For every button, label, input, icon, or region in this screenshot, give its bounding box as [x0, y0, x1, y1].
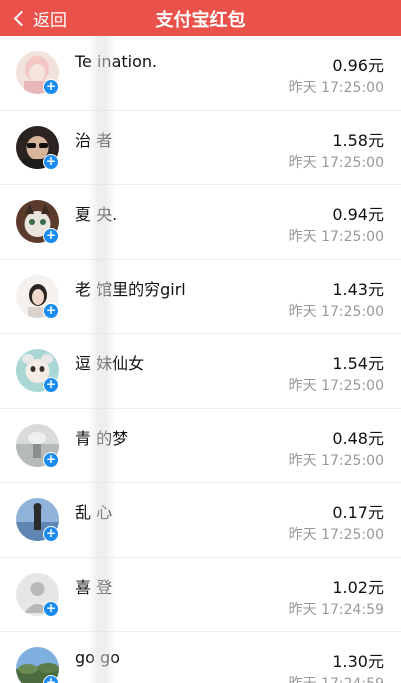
page-title: 支付宝红包: [155, 10, 246, 31]
add-icon[interactable]: +: [43, 451, 59, 468]
sender-name: 喜 登: [75, 577, 113, 597]
sender-name: 夏 央.: [75, 205, 118, 224]
sender-name: 乱 心: [75, 503, 113, 522]
amount: 0.48元: [332, 428, 384, 448]
timestamp: 昨天 17:25:00: [288, 378, 384, 394]
top-bar: 返回 支付宝红包: [0, 0, 401, 36]
add-icon[interactable]: +: [43, 600, 59, 617]
timestamp: 昨天 17:25:00: [288, 527, 384, 543]
timestamp: 昨天 17:25:00: [288, 303, 384, 320]
timestamp: 昨天 17:25:00: [288, 229, 384, 245]
amount: 1.58元: [332, 130, 384, 150]
sender-name: 老 馆里的穷girl: [75, 279, 186, 299]
amount: 0.96元: [332, 56, 384, 75]
timestamp: 昨天 17:25:00: [288, 80, 384, 96]
sender-name: 逗 妹仙女: [75, 354, 145, 373]
amount: 1.43元: [332, 279, 384, 299]
amount: 1.02元: [332, 577, 384, 597]
add-icon[interactable]: +: [43, 526, 59, 542]
list-item[interactable]: + 逗 妹仙女 1.54元 昨天 17:25:00: [0, 334, 401, 409]
list-item[interactable]: + go go 1.30元 昨天 17:24:59: [0, 632, 401, 683]
list-item[interactable]: + Te ination. 0.96元 昨天 17:25:00: [0, 36, 401, 111]
timestamp: 昨天 17:25:00: [288, 154, 384, 171]
list-item[interactable]: + 治 者 1.58元 昨天 17:25:00: [0, 111, 401, 185]
timestamp: 昨天 17:24:59: [288, 601, 384, 618]
add-icon[interactable]: +: [43, 377, 59, 393]
list-item[interactable]: + 青 的梦 0.48元 昨天 17:25:00: [0, 409, 401, 483]
sender-name: go go: [75, 648, 120, 667]
add-icon[interactable]: +: [43, 302, 59, 319]
amount: 1.54元: [332, 354, 384, 373]
list-item[interactable]: + 夏 央. 0.94元 昨天 17:25:00: [0, 185, 401, 260]
amount: 0.94元: [332, 205, 384, 224]
sender-name: Te ination.: [75, 52, 158, 71]
timestamp: 昨天 17:25:00: [288, 452, 384, 469]
amount: 1.30元: [332, 652, 384, 671]
sender-name: 青 的梦: [75, 428, 129, 448]
red-packet-list: + Te ination. 0.96元 昨天 17:25:00 + 治 者 1.…: [0, 36, 401, 683]
list-item[interactable]: + 老 馆里的穷girl 1.43元 昨天 17:25:00: [0, 260, 401, 334]
add-icon[interactable]: +: [43, 79, 59, 95]
list-item[interactable]: + 乱 心 0.17元 昨天 17:25:00: [0, 483, 401, 558]
list-item[interactable]: + 喜 登 1.02元 昨天 17:24:59: [0, 558, 401, 632]
add-icon[interactable]: +: [43, 153, 59, 170]
timestamp: 昨天 17:24:59: [289, 673, 384, 683]
sender-name: 治 者: [75, 130, 113, 150]
add-icon[interactable]: +: [43, 228, 59, 244]
amount: 0.17元: [332, 503, 384, 522]
